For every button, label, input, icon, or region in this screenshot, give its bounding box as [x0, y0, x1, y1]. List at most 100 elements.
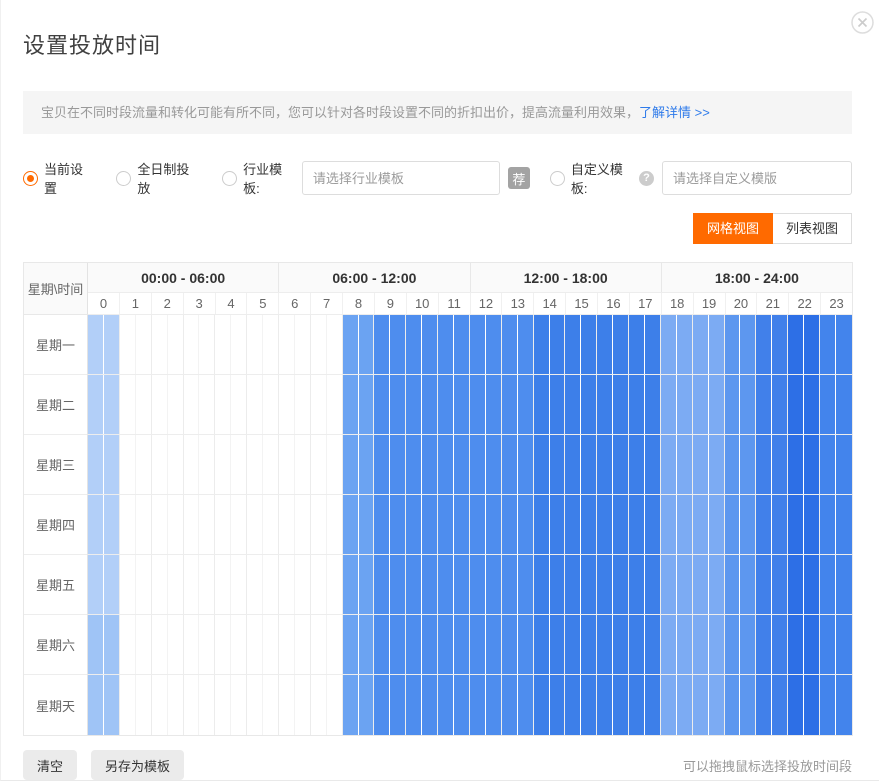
- schedule-cell[interactable]: [788, 375, 804, 434]
- schedule-cell[interactable]: [677, 375, 693, 434]
- schedule-cell[interactable]: [152, 615, 168, 674]
- schedule-cell[interactable]: [438, 435, 454, 494]
- schedule-cell[interactable]: [136, 315, 152, 374]
- schedule-cell[interactable]: [534, 615, 550, 674]
- schedule-cell[interactable]: [756, 315, 772, 374]
- schedule-cell[interactable]: [661, 435, 677, 494]
- radio-custom-template[interactable]: 自定义模板:: [550, 159, 635, 197]
- schedule-cell[interactable]: [836, 435, 851, 494]
- schedule-cell[interactable]: [756, 615, 772, 674]
- schedule-cell[interactable]: [565, 675, 581, 735]
- schedule-cell[interactable]: [565, 375, 581, 434]
- schedule-cell[interactable]: [168, 315, 184, 374]
- schedule-cell[interactable]: [422, 555, 438, 614]
- schedule-cell[interactable]: [550, 555, 566, 614]
- schedule-cell[interactable]: [183, 375, 199, 434]
- schedule-cell[interactable]: [263, 375, 279, 434]
- schedule-cell[interactable]: [725, 435, 741, 494]
- schedule-cell[interactable]: [613, 675, 629, 735]
- schedule-cell[interactable]: [756, 435, 772, 494]
- schedule-cell[interactable]: [343, 675, 359, 735]
- schedule-cell[interactable]: [120, 495, 136, 554]
- schedule-cell[interactable]: [438, 315, 454, 374]
- schedule-cell[interactable]: [438, 375, 454, 434]
- schedule-cell[interactable]: [279, 615, 295, 674]
- schedule-cell[interactable]: [836, 315, 851, 374]
- schedule-cell[interactable]: [311, 495, 327, 554]
- schedule-cell[interactable]: [247, 615, 263, 674]
- learn-more-link[interactable]: 了解详情 >>: [639, 105, 710, 120]
- schedule-cell[interactable]: [183, 495, 199, 554]
- schedule-cell[interactable]: [709, 555, 725, 614]
- schedule-cell[interactable]: [390, 315, 406, 374]
- schedule-cell[interactable]: [406, 495, 422, 554]
- schedule-cell[interactable]: [725, 555, 741, 614]
- schedule-cell[interactable]: [454, 315, 470, 374]
- schedule-cell[interactable]: [406, 375, 422, 434]
- schedule-cell[interactable]: [231, 375, 247, 434]
- schedule-cell[interactable]: [88, 315, 104, 374]
- schedule-cell[interactable]: [454, 435, 470, 494]
- schedule-cell[interactable]: [311, 435, 327, 494]
- schedule-cell[interactable]: [311, 675, 327, 735]
- schedule-cell[interactable]: [661, 495, 677, 554]
- schedule-cell[interactable]: [725, 615, 741, 674]
- schedule-cell[interactable]: [136, 495, 152, 554]
- schedule-cell[interactable]: [88, 375, 104, 434]
- schedule-cell[interactable]: [374, 675, 390, 735]
- schedule-cell[interactable]: [772, 675, 788, 735]
- schedule-cell[interactable]: [804, 435, 820, 494]
- schedule-cell[interactable]: [359, 435, 375, 494]
- schedule-cell[interactable]: [88, 555, 104, 614]
- schedule-cell[interactable]: [152, 435, 168, 494]
- schedule-cell[interactable]: [772, 375, 788, 434]
- schedule-cell[interactable]: [486, 675, 502, 735]
- schedule-cell[interactable]: [502, 675, 518, 735]
- schedule-cell[interactable]: [756, 675, 772, 735]
- schedule-cell[interactable]: [136, 435, 152, 494]
- schedule-cell[interactable]: [215, 555, 231, 614]
- schedule-cell[interactable]: [422, 315, 438, 374]
- schedule-cell[interactable]: [565, 435, 581, 494]
- schedule-cell[interactable]: [518, 375, 534, 434]
- schedule-cell[interactable]: [136, 555, 152, 614]
- schedule-cell[interactable]: [374, 495, 390, 554]
- schedule-cell[interactable]: [295, 555, 311, 614]
- schedule-cell[interactable]: [502, 375, 518, 434]
- schedule-cell[interactable]: [756, 495, 772, 554]
- schedule-cell[interactable]: [486, 555, 502, 614]
- schedule-cell[interactable]: [613, 555, 629, 614]
- schedule-cell[interactable]: [199, 615, 215, 674]
- schedule-cell[interactable]: [168, 495, 184, 554]
- schedule-cell[interactable]: [788, 315, 804, 374]
- schedule-cell[interactable]: [136, 675, 152, 735]
- schedule-cell[interactable]: [645, 615, 661, 674]
- schedule-cell[interactable]: [438, 495, 454, 554]
- schedule-cell[interactable]: [740, 375, 756, 434]
- save-as-template-button[interactable]: 另存为模板: [91, 750, 184, 780]
- schedule-cell[interactable]: [390, 435, 406, 494]
- schedule-cell[interactable]: [231, 555, 247, 614]
- schedule-cell[interactable]: [597, 615, 613, 674]
- schedule-cell[interactable]: [486, 315, 502, 374]
- schedule-cell[interactable]: [438, 615, 454, 674]
- schedule-cell[interactable]: [422, 675, 438, 735]
- schedule-cell[interactable]: [88, 435, 104, 494]
- schedule-cell[interactable]: [168, 435, 184, 494]
- schedule-cell[interactable]: [247, 315, 263, 374]
- schedule-cell[interactable]: [183, 315, 199, 374]
- schedule-cell[interactable]: [231, 615, 247, 674]
- schedule-cell[interactable]: [390, 675, 406, 735]
- schedule-cell[interactable]: [88, 615, 104, 674]
- schedule-cell[interactable]: [486, 615, 502, 674]
- schedule-cell[interactable]: [152, 495, 168, 554]
- schedule-cell[interactable]: [725, 315, 741, 374]
- schedule-cell[interactable]: [231, 495, 247, 554]
- schedule-cell[interactable]: [550, 315, 566, 374]
- schedule-cell[interactable]: [215, 375, 231, 434]
- schedule-cell[interactable]: [518, 555, 534, 614]
- schedule-cell[interactable]: [263, 315, 279, 374]
- schedule-cell[interactable]: [804, 675, 820, 735]
- schedule-cell[interactable]: [88, 675, 104, 735]
- schedule-cell[interactable]: [279, 675, 295, 735]
